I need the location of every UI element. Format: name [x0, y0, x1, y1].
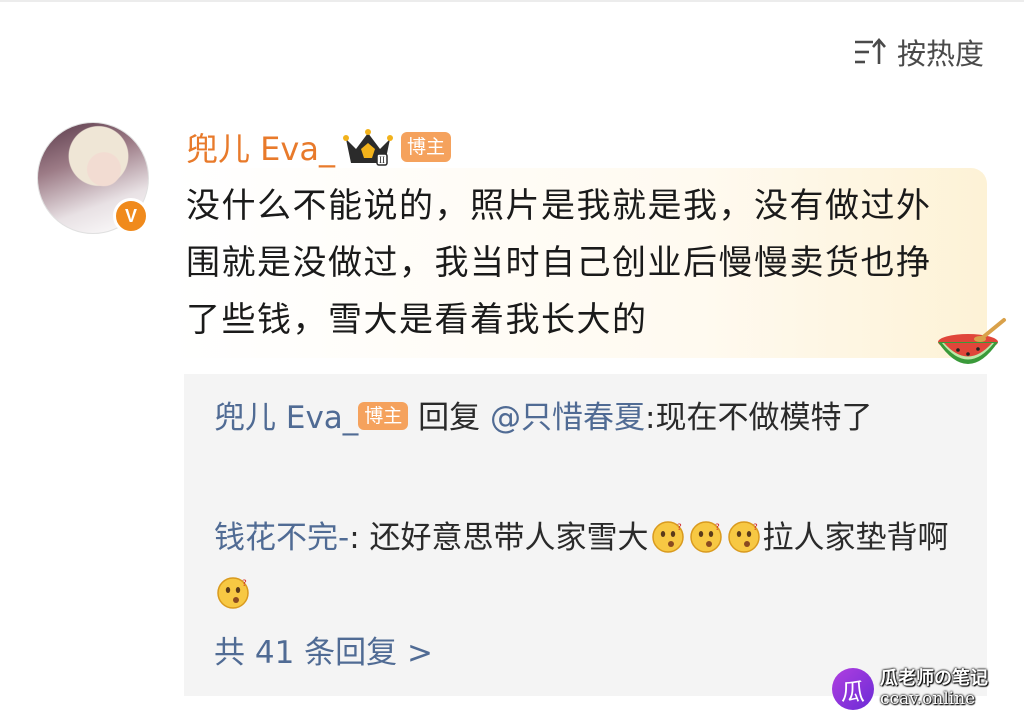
reply-text: : 还好意思带人家雪大	[349, 520, 649, 556]
svg-text:II: II	[379, 155, 385, 165]
reply-author[interactable]: 钱花不完-	[214, 520, 349, 556]
top-divider	[0, 0, 1024, 2]
svg-text:?: ?	[715, 523, 720, 533]
reply-author[interactable]: 兜儿 Eva_	[214, 400, 358, 436]
watermelon-icon	[938, 318, 1006, 364]
svg-text:?: ?	[677, 523, 682, 533]
comment-text: 没什么不能说的，照片是我就是我，没有做过外围就是没做过，我当时自己创业后慢慢卖货…	[186, 186, 932, 340]
watermark: 瓜 瓜老师の笔记 ccav.online	[832, 666, 988, 712]
thinking-face-emoji-icon: ?	[651, 521, 684, 553]
verified-badge-icon: V	[113, 198, 149, 234]
mention-link[interactable]: @只惜春夏	[490, 400, 645, 436]
reply-item[interactable]: 钱花不完-: 还好意思带人家雪大??? 拉人家垫背啊?	[214, 510, 954, 622]
thinking-face-emoji-icon: ?	[217, 577, 249, 609]
sort-icon	[854, 38, 886, 64]
watermark-logo-icon: 瓜	[832, 668, 874, 710]
crown-icon: II	[342, 127, 393, 167]
sort-label: 按热度	[896, 37, 984, 71]
replies-panel: 兜儿 Eva_ 博主 回复 @只惜春夏:现在不做模特了 钱花不完-: 还好意思带人…	[184, 374, 987, 696]
watermark-title: 瓜老师の笔记	[880, 668, 988, 689]
reply-text: :现在不做模特了	[645, 400, 873, 436]
thinking-face-emoji-icon: ?	[727, 521, 760, 553]
watermark-url: ccav.online	[880, 689, 976, 709]
reply-text: 拉人家垫背啊	[762, 520, 949, 556]
reply-word: 回复	[408, 400, 491, 436]
comment-author-name[interactable]: 兜儿 Eva_	[186, 124, 335, 170]
thinking-face-emoji-icon: ?	[689, 521, 722, 553]
blogger-tag: 博主	[400, 132, 451, 162]
sort-by-hot-button[interactable]: 按热度	[853, 30, 984, 74]
svg-text:?: ?	[753, 523, 758, 533]
reply-item[interactable]: 兜儿 Eva_ 博主 回复 @只惜春夏:现在不做模特了	[214, 390, 954, 446]
view-more-replies-link[interactable]: 共 41 条回复 >	[214, 628, 433, 678]
svg-text:?: ?	[242, 579, 247, 589]
avatar[interactable]: V	[37, 122, 149, 234]
blogger-tag: 博主	[358, 402, 409, 430]
comment-header: 兜儿 Eva_ II 博主	[186, 124, 451, 170]
